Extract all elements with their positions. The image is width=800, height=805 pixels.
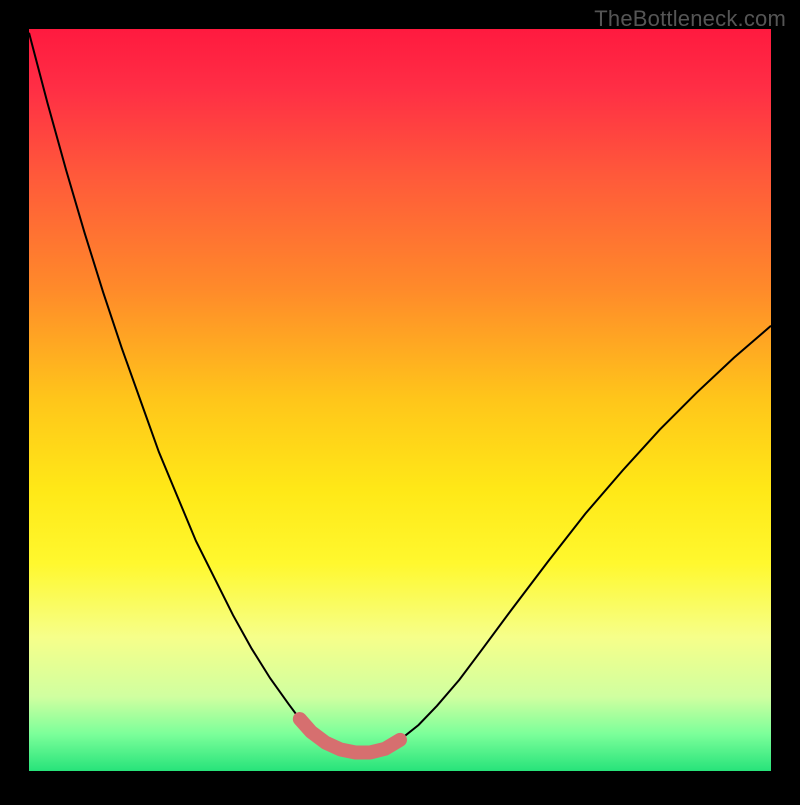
watermark: TheBottleneck.com <box>594 6 786 32</box>
bottleneck-chart <box>0 0 800 800</box>
chart-svg <box>0 0 800 800</box>
